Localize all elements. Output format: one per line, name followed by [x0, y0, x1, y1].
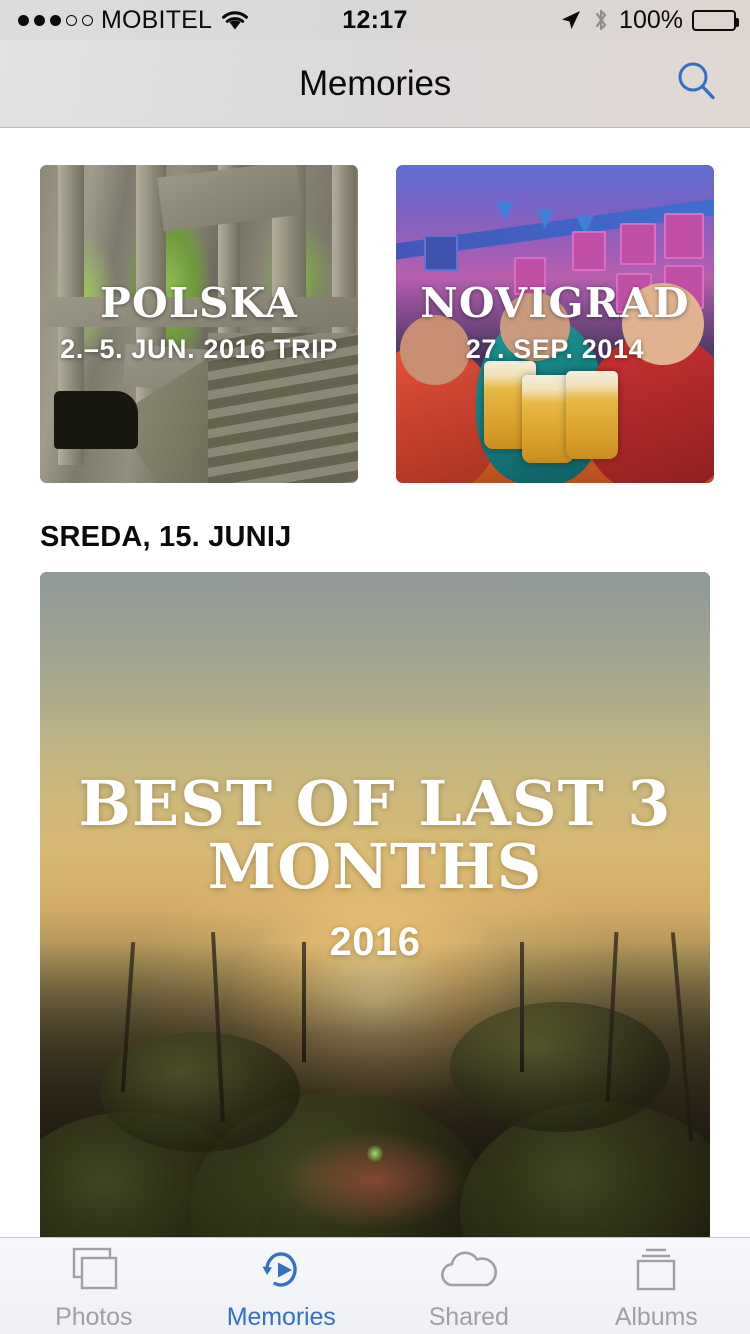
memory-card-subtitle: 2.–5. JUN. 2016 TRIP — [60, 334, 338, 364]
tab-bar: Photos Memories Shared Albums — [0, 1237, 750, 1334]
memory-card-text-overlay: NOVIGRAD 27. SEP. 2014 — [396, 165, 714, 483]
memory-card-title: NOVIGRAD — [420, 279, 690, 327]
tab-label: Photos — [55, 1303, 133, 1331]
date-section-header: SREDA, 15. JUNIJ — [40, 521, 292, 553]
search-button[interactable] — [662, 40, 732, 128]
tab-memories[interactable]: Memories — [188, 1238, 376, 1334]
memories-play-circle-icon[interactable] — [253, 1244, 309, 1296]
memory-card-best-of-last-3-months[interactable]: BEST OF LAST 3 MONTHS 2016 — [40, 572, 710, 1237]
tab-shared[interactable]: Shared — [375, 1238, 563, 1334]
cloud-icon[interactable] — [437, 1244, 501, 1296]
navigation-bar: Memories — [0, 40, 750, 128]
memory-card-polska[interactable]: POLSKA 2.–5. JUN. 2016 TRIP — [40, 165, 358, 483]
battery-percent-label: 100% — [619, 5, 683, 34]
status-bar-right: 100% — [559, 0, 739, 40]
tab-label: Shared — [428, 1303, 509, 1331]
memories-scroll-view[interactable]: POLSKA 2.–5. JUN. 2016 TRIP NOVIGRAD 27.… — [0, 129, 750, 1237]
memory-card-subtitle: 2016 — [329, 920, 421, 965]
location-arrow-icon — [559, 8, 583, 32]
battery-icon — [692, 9, 739, 31]
memory-card-title: POLSKA — [100, 279, 298, 327]
status-bar-clock: 12:17 — [342, 5, 408, 34]
search-icon[interactable] — [673, 58, 721, 111]
tab-label: Memories — [226, 1303, 336, 1331]
page-title: Memories — [298, 64, 452, 103]
photos-stack-icon[interactable] — [66, 1244, 122, 1296]
memory-card-text-overlay: POLSKA 2.–5. JUN. 2016 TRIP — [40, 165, 358, 483]
memory-card-subtitle: 27. SEP. 2014 — [465, 334, 645, 364]
memory-card-novigrad[interactable]: NOVIGRAD 27. SEP. 2014 — [396, 165, 714, 483]
memory-card-title: BEST OF LAST 3 MONTHS — [78, 767, 672, 904]
memory-card-row: POLSKA 2.–5. JUN. 2016 TRIP NOVIGRAD 27.… — [0, 165, 750, 483]
albums-stack-icon[interactable] — [628, 1244, 684, 1296]
phone-screen: MOBITEL 12:17 100% Memories POLSKA 2.–5.… — [0, 0, 750, 1334]
tab-albums[interactable]: Albums — [563, 1238, 750, 1334]
tab-label: Albums — [614, 1303, 698, 1331]
tab-photos[interactable]: Photos — [0, 1238, 188, 1334]
memory-card-text-overlay: BEST OF LAST 3 MONTHS 2016 — [40, 572, 710, 1192]
status-bar: MOBITEL 12:17 100% — [0, 0, 750, 40]
bluetooth-icon — [592, 7, 610, 33]
